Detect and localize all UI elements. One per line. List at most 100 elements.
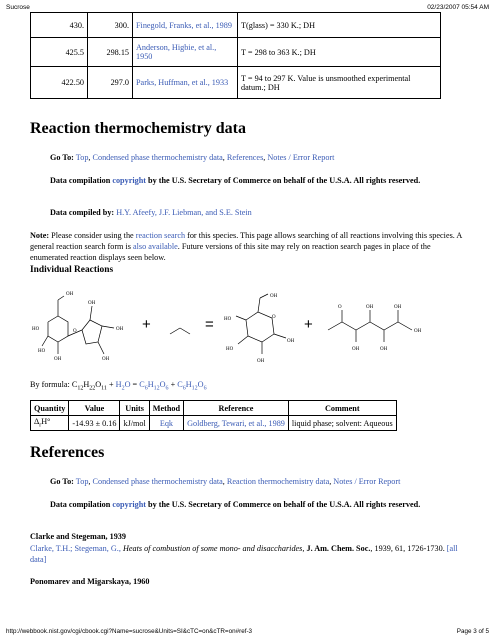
svg-text:OH: OH (380, 347, 388, 352)
cp-cell: 298.15 (87, 37, 133, 67)
goto-notes-link[interactable]: Notes / Error Report (333, 477, 400, 486)
svg-text:OH: OH (270, 294, 278, 299)
sucrose-structure: HO OH HO OH OH OH OH O (32, 292, 124, 362)
col-quantity: Quantity (29, 400, 70, 416)
reference-2-title: Ponomarev and Migarskaya, 1960 (30, 577, 150, 586)
reaction-search-link[interactable]: reaction search (136, 231, 185, 240)
compiled-by-label: Data compiled by: (50, 208, 115, 217)
svg-text:O: O (338, 305, 342, 310)
goto-reaction-link[interactable]: Reaction thermochemistry data (227, 477, 329, 486)
ref1-details: , 1939, 61, 1726-1730. (370, 544, 445, 553)
comment-cell: T = 298 to 363 K.; DH (237, 37, 441, 67)
water-structure (169, 327, 191, 335)
units-cell: kJ/mol (119, 415, 150, 431)
svg-text:OH: OH (88, 301, 96, 306)
equals-sign: = (205, 316, 214, 333)
reaction-scheme: HO OH HO OH OH OH OH O + = OH HO HO OH O… (30, 290, 450, 370)
ref1-authors-link[interactable]: Clarke, T.H.; Stegeman, G., (30, 544, 121, 553)
svg-text:HO: HO (38, 349, 46, 354)
by-formula-label: By formula: (30, 380, 70, 389)
svg-text:OH: OH (352, 347, 360, 352)
cp-cell: 297.0 (87, 66, 133, 99)
copyright-pre: Data compilation (50, 500, 111, 509)
col-comment: Comment (287, 400, 397, 416)
comment-cell: T(glass) = 330 K.; DH (237, 12, 441, 38)
col-units: Units (119, 400, 150, 416)
reaction-search-note: Note: Please consider using the reaction… (30, 230, 470, 263)
reaction-table: Quantity Value Units Method Reference Co… (29, 400, 397, 431)
svg-text:HO: HO (226, 347, 234, 352)
note-label: Note: (30, 231, 50, 240)
print-footer: http://webbook.nist.gov/cgi/cbook.cgi?Na… (0, 626, 495, 640)
temp-cell: 430. (30, 12, 88, 38)
svg-text:HO: HO (224, 317, 232, 322)
reaction-heading: Reaction thermochemistry data (30, 120, 246, 137)
temp-cell: 425.5 (30, 37, 88, 67)
goto-references-link[interactable]: References (227, 153, 263, 162)
copyright-notice-2: Data compilation copyright by the U.S. S… (50, 499, 470, 510)
comment-cell: liquid phase; solvent: Aqueous (287, 415, 397, 431)
goto-condensed-link[interactable]: Condensed phase thermochemistry data (93, 477, 223, 486)
note-text-1: Please consider using the (51, 231, 134, 240)
page-number: Page 3 of 5 (456, 628, 489, 635)
compiled-by-link[interactable]: H.Y. Afeefy, J.F. Liebman, and S.E. Stei… (116, 208, 252, 217)
compiled-by: Data compiled by: H.Y. Afeefy, J.F. Lieb… (50, 207, 252, 218)
value-cell: -14.93 ± 0.16 (68, 415, 121, 431)
svg-text:O: O (272, 315, 276, 320)
table-row: 430. 300. Finegold, Franks, et al., 1989… (30, 12, 441, 38)
also-available-link[interactable]: also available (133, 242, 178, 251)
goto-nav: Go To: Top, Condensed phase thermochemis… (50, 153, 335, 162)
svg-text:HO: HO (32, 327, 40, 332)
table-header-row: Quantity Value Units Method Reference Co… (29, 400, 397, 416)
reference-link[interactable]: Goldberg, Tewari, et al., 1989 (187, 419, 285, 428)
ref1-article: Heats of combustion of some mono- and di… (122, 544, 303, 553)
svg-text:OH: OH (102, 357, 110, 362)
by-formula-line: By formula: C12H22O11 + H2O = C6H12O6 + … (30, 380, 207, 392)
ref1-journal: J. Am. Chem. Soc. (306, 544, 371, 553)
reference-1-title: Clarke and Stegeman, 1939 (30, 532, 126, 541)
goto-condensed-link[interactable]: Condensed phase thermochemistry data (93, 153, 223, 162)
svg-text:OH: OH (414, 329, 422, 334)
reference-link[interactable]: Finegold, Franks, et al., 1989 (136, 21, 232, 30)
svg-text:OH: OH (366, 305, 374, 310)
goto-nav-2: Go To: Top, Condensed phase thermochemis… (50, 477, 401, 486)
page-title: Sucrose (6, 4, 30, 11)
glucose-structure: OH HO HO OH OH O (224, 293, 295, 364)
temp-cell: 422.50 (30, 66, 88, 99)
reference-link[interactable]: Parks, Huffman, et al., 1933 (136, 78, 228, 87)
copyright-link[interactable]: copyright (112, 500, 146, 509)
goto-label: Go To: (50, 153, 74, 162)
fructose-structure: O OH OH OH OH OH (327, 305, 422, 352)
plus-sign-2: + (304, 316, 313, 333)
comment-cell: T = 94 to 297 K. Value is unsmoothed exp… (237, 66, 441, 99)
reference-1-citation: Clarke, T.H.; Stegeman, G., Heats of com… (30, 544, 458, 564)
goto-label: Go To: (50, 477, 74, 486)
col-method: Method (148, 400, 185, 416)
copyright-link[interactable]: copyright (112, 176, 146, 185)
references-heading: References (30, 444, 105, 461)
table-row: ΔrH° -14.93 ± 0.16 kJ/mol Eqk Goldberg, … (29, 415, 397, 431)
goto-notes-link[interactable]: Notes / Error Report (267, 153, 334, 162)
svg-text:OH: OH (54, 357, 62, 362)
copyright-post: by the U.S. Secretary of Commerce on beh… (148, 176, 421, 185)
col-value: Value (68, 400, 121, 416)
copyright-notice: Data compilation copyright by the U.S. S… (50, 175, 470, 186)
goto-top-link[interactable]: Top (76, 477, 89, 486)
svg-text:OH: OH (116, 327, 124, 332)
goto-top-link[interactable]: Top (76, 153, 89, 162)
cp-cell: 300. (87, 12, 133, 38)
svg-text:OH: OH (66, 292, 74, 297)
print-datetime: 02/23/2007 05:54 AM (427, 4, 489, 11)
page-url: http://webbook.nist.gov/cgi/cbook.cgi?Na… (6, 628, 253, 635)
reference-link[interactable]: Anderson, Higbie, et al., 1950 (136, 43, 216, 61)
quantity-cell: ΔrH° (29, 415, 70, 431)
individual-reactions-heading: Individual Reactions (30, 265, 114, 275)
heat-capacity-table: 430. 300. Finegold, Franks, et al., 1989… (30, 12, 441, 99)
table-row: 422.50 297.0 Parks, Huffman, et al., 193… (30, 66, 441, 99)
copyright-post: by the U.S. Secretary of Commerce on beh… (148, 500, 421, 509)
svg-text:O: O (73, 329, 77, 334)
copyright-pre: Data compilation (50, 176, 111, 185)
method-link[interactable]: Eqk (160, 419, 173, 428)
svg-text:OH: OH (287, 339, 295, 344)
svg-text:OH: OH (394, 305, 402, 310)
